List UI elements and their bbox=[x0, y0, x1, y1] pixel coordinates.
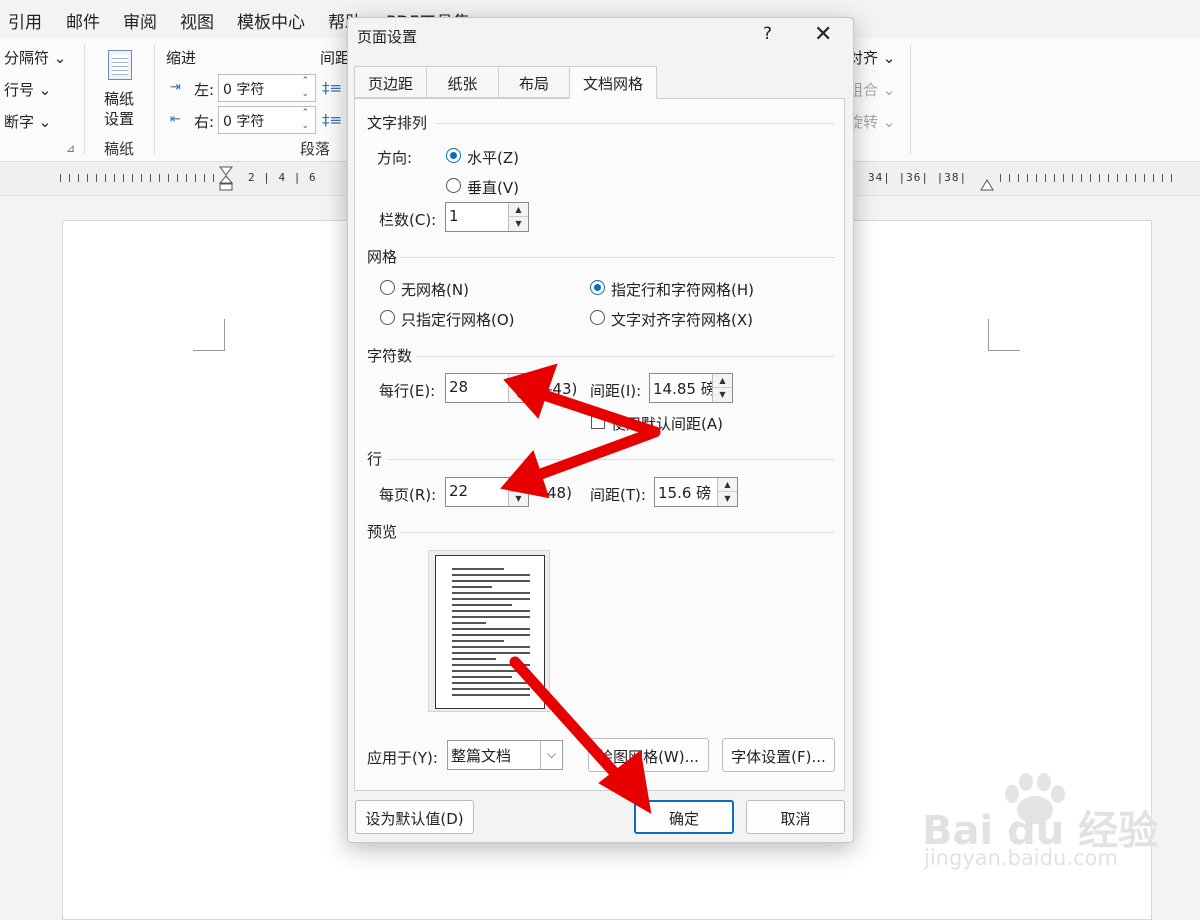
arrow-to-ok-button bbox=[509, 656, 636, 796]
arrow-to-chars-per-line bbox=[529, 386, 661, 438]
tab-document-grid[interactable]: 文档网格 bbox=[569, 66, 657, 99]
annotation-arrows bbox=[500, 363, 661, 814]
arrow-to-lines-per-page bbox=[524, 426, 661, 484]
arrowhead-icon bbox=[500, 450, 550, 499]
